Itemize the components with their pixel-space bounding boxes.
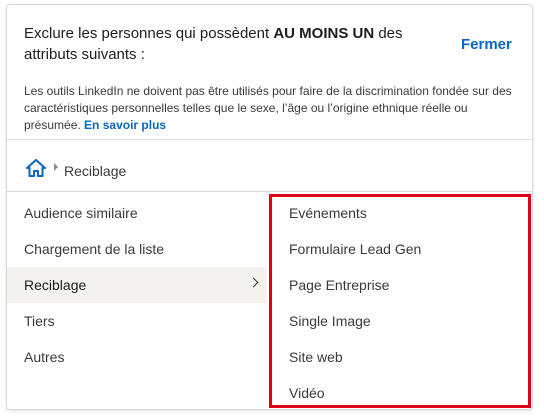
breadcrumb-current: Reciblage (64, 163, 127, 179)
learn-more-link[interactable]: En savoir plus (84, 118, 166, 132)
home-icon[interactable] (26, 159, 46, 177)
category-label: Autres (24, 349, 65, 365)
disclaimer-text: Les outils LinkedIn ne doivent pas être … (24, 83, 524, 134)
category-item-tiers[interactable]: Tiers (7, 303, 267, 339)
category-label: Tiers (24, 313, 55, 329)
category-label: Audience similaire (24, 205, 138, 221)
close-button[interactable]: Fermer (461, 34, 512, 55)
category-item-chargement-liste[interactable]: Chargement de la liste (7, 231, 267, 267)
highlight-box (269, 194, 531, 408)
breadcrumb-separator-icon (54, 163, 58, 171)
category-label: Chargement de la liste (24, 241, 165, 257)
category-label: Reciblage (24, 277, 87, 293)
panel-title: Exclure les personnes qui possèdent AU M… (24, 23, 454, 65)
category-item-reciblage[interactable]: Reciblage (7, 267, 267, 303)
category-item-audience-similaire[interactable]: Audience similaire (7, 195, 267, 231)
panel-header: Exclure les personnes qui possèdent AU M… (7, 5, 532, 140)
title-bold: AU MOINS UN (273, 25, 375, 42)
title-prefix: Exclure les personnes qui possèdent (24, 25, 274, 42)
chevron-right-icon (248, 277, 259, 288)
category-item-autres[interactable]: Autres (7, 339, 267, 375)
